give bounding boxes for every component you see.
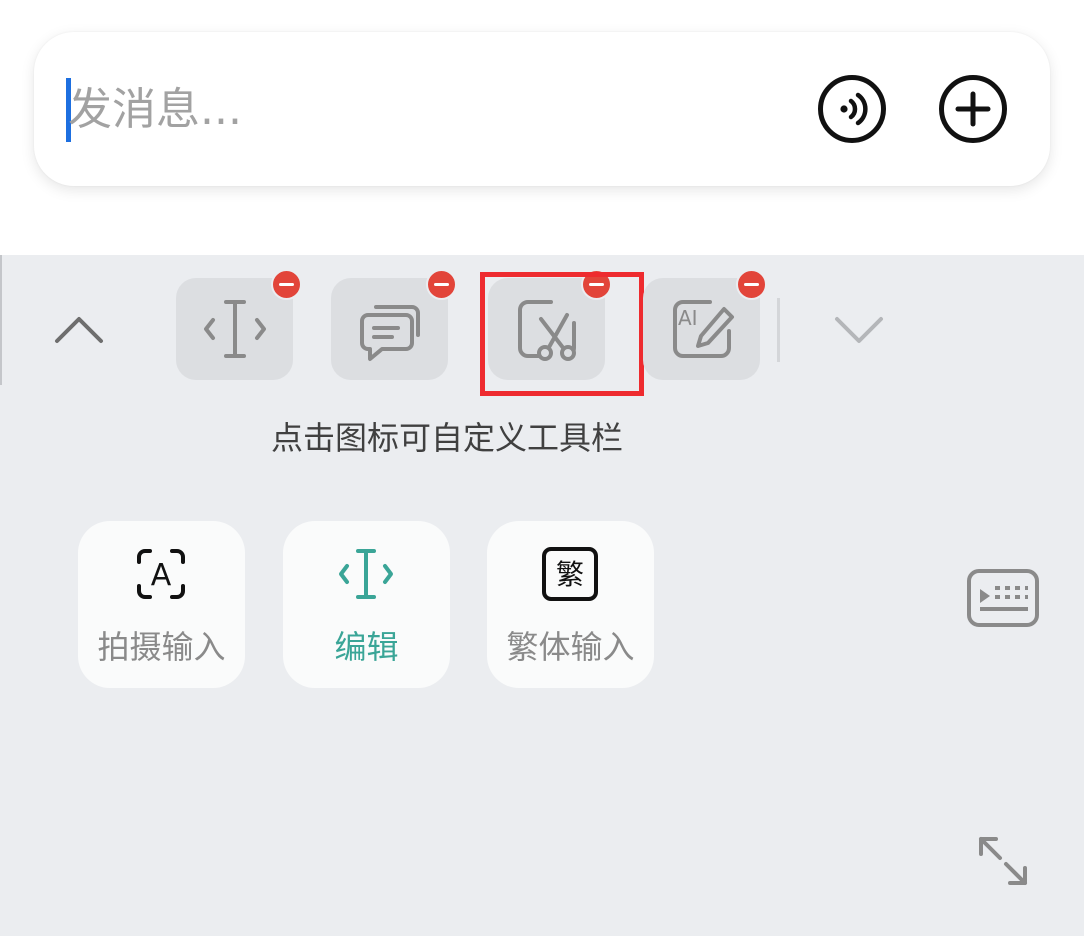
toolbar-hint: 点击图标可自定义工具栏 [271, 419, 624, 457]
message-input[interactable]: 发消息... [68, 80, 242, 140]
tool-edit[interactable]: 编辑 [283, 521, 450, 688]
text-cursor-icon [204, 300, 266, 358]
scan-text-icon: A [137, 549, 185, 599]
tool-scan-input[interactable]: A 拍摄输入 [78, 521, 245, 688]
remove-item-edit[interactable] [271, 269, 302, 300]
tool-label: 繁体输入 [506, 628, 635, 666]
chat-bubbles-icon [360, 305, 420, 361]
collapse-toolbar-button[interactable] [49, 300, 109, 360]
traditional-chinese-icon: 繁 [542, 547, 598, 601]
tool-traditional-input[interactable]: 繁 繁体输入 [487, 521, 654, 688]
voice-button[interactable] [817, 74, 887, 144]
plus-circle-icon [939, 75, 1007, 143]
expand-toolbar-button[interactable] [829, 300, 889, 360]
svg-text:A: A [151, 558, 172, 593]
ai-write-icon: AI [673, 300, 734, 358]
chevron-up-icon [55, 317, 103, 343]
text-cursor-icon [339, 549, 393, 599]
svg-text:繁: 繁 [556, 558, 584, 591]
add-button[interactable] [938, 74, 1008, 144]
tool-label: 编辑 [334, 628, 399, 666]
keyboard-icon [967, 569, 1039, 627]
resize-button[interactable] [974, 832, 1032, 890]
chevron-down-icon [835, 317, 883, 343]
toolbar-divider [777, 298, 780, 362]
remove-item-phrases[interactable] [426, 269, 457, 300]
svg-text:AI: AI [678, 306, 698, 330]
expand-arrows-icon [979, 837, 1027, 885]
keyboard-button[interactable] [966, 568, 1040, 628]
panel-edge [0, 255, 2, 385]
voice-wave-icon [818, 75, 886, 143]
highlight-box [480, 272, 644, 396]
tool-label: 拍摄输入 [97, 628, 226, 666]
remove-item-ai-write[interactable] [736, 269, 767, 300]
